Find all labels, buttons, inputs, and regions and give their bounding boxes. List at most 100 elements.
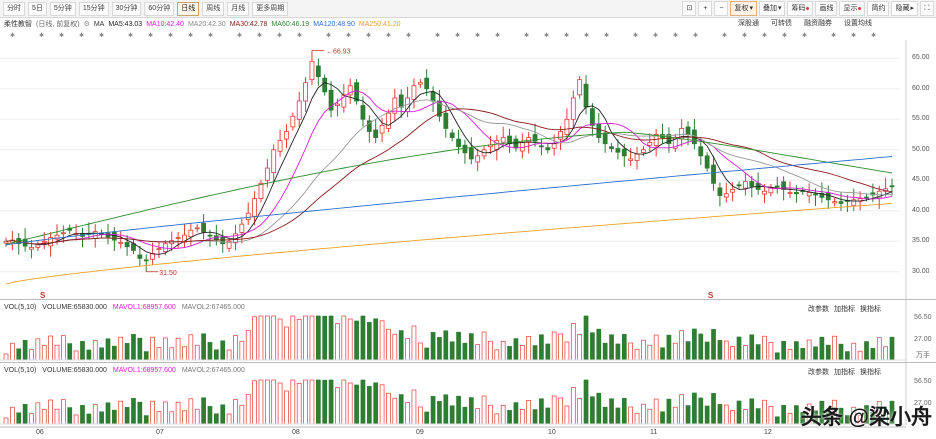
candle-body — [615, 148, 621, 153]
price-tick-5: 40.00 — [912, 206, 930, 214]
volume-bar — [347, 318, 353, 361]
candle-body — [322, 77, 328, 93]
volume-bar — [315, 315, 321, 361]
price-tick-4: 45.00 — [912, 176, 930, 184]
volume-bar — [252, 316, 257, 361]
event-marker: ✱ — [99, 32, 104, 39]
volume-bar — [602, 342, 608, 361]
price-tick-1: 60.00 — [912, 84, 930, 92]
volume-bar — [468, 333, 474, 361]
volume-bar — [411, 389, 417, 425]
candle-body — [456, 138, 461, 148]
volume-bar — [61, 335, 66, 361]
event-marker: ✱ — [871, 32, 876, 39]
event-marker: ✱ — [297, 32, 302, 39]
volume-bar — [851, 342, 857, 361]
volume-bar — [711, 329, 716, 361]
candle-body — [513, 138, 519, 149]
volume-bar — [762, 399, 767, 425]
volume-bar — [137, 401, 143, 425]
candle-body — [411, 85, 417, 100]
candle-body — [551, 143, 557, 149]
event-marker: ✱ — [831, 32, 836, 39]
volume-bar — [398, 330, 404, 361]
x-tick-09: 09 — [416, 429, 424, 436]
event-marker: ✱ — [762, 32, 767, 39]
volume-bar — [182, 410, 187, 425]
volume-bar — [449, 405, 455, 425]
volume-bar — [507, 410, 512, 425]
volume-bar — [602, 406, 608, 425]
event-marker: ✱ — [495, 32, 500, 39]
volume-bar — [570, 323, 576, 361]
volume-bar — [813, 346, 818, 361]
low-label: 31.50 — [159, 270, 177, 277]
volume-bar — [749, 398, 755, 425]
candle-body — [118, 242, 124, 244]
vol1-swap-indicator[interactable]: 换指标 — [860, 304, 881, 314]
volume-bar — [366, 386, 372, 425]
volume-bar — [889, 336, 895, 361]
volume-bar — [233, 399, 238, 425]
event-marker: ✱ — [435, 32, 440, 39]
candle-body — [354, 82, 359, 102]
candle-body — [424, 77, 430, 90]
volume-bar — [787, 413, 793, 425]
candle-body — [704, 155, 710, 169]
vol2-swap-indicator[interactable]: 换指标 — [860, 367, 881, 377]
event-marker: ✱ — [237, 32, 242, 39]
x-tick-12: 12 — [764, 429, 772, 436]
volume-bar — [92, 404, 98, 425]
volume-bar — [284, 326, 289, 361]
volume-bar — [328, 315, 334, 361]
candle-body — [806, 192, 812, 197]
volume-bar — [621, 398, 627, 425]
volume-bar — [201, 397, 206, 425]
event-marker: ✱ — [475, 32, 480, 39]
volume-bar — [609, 398, 614, 425]
volume-bar — [628, 342, 634, 361]
volume-bar — [596, 328, 602, 361]
volume-bar — [475, 344, 481, 361]
vol2-add-indicator[interactable]: 加指标 — [834, 367, 855, 377]
volume-bar — [156, 347, 162, 361]
vol1-mavol1: MAVOL1:68957.600 — [112, 304, 176, 311]
volume-bar — [271, 315, 277, 361]
volume-bar — [456, 331, 461, 361]
vol-panel-1-title: VOL(5,10) VOLUME:65830.000 MAVOL1:68957.… — [4, 304, 245, 311]
candle-body — [194, 227, 200, 230]
candle-body — [284, 131, 289, 140]
volume-bar — [437, 337, 442, 361]
volume-bar — [67, 407, 73, 425]
volume-bar — [360, 315, 366, 361]
volume-bar — [271, 379, 277, 425]
volume-bar — [609, 334, 614, 361]
volume-bar — [736, 336, 742, 361]
volume-bar — [596, 392, 602, 425]
vol1-volume: VOLUME:65830.000 — [42, 304, 107, 311]
vol1-add-indicator[interactable]: 加指标 — [834, 304, 855, 314]
candle-body — [315, 65, 321, 77]
event-marker: ✱ — [455, 32, 460, 39]
volume-bar — [462, 342, 468, 361]
volume-bar — [379, 384, 385, 425]
vol2-change-params[interactable]: 改参数 — [808, 367, 829, 377]
candle-body — [188, 229, 194, 238]
volume-bar — [124, 343, 130, 361]
volume-bar — [743, 409, 748, 425]
volume-bar — [685, 341, 691, 361]
vol1-change-params[interactable]: 改参数 — [808, 304, 829, 314]
volume-bar — [481, 331, 487, 361]
vol-panel-2-title: VOL(5,10) VOLUME:65830.000 MAVOL1:68957.… — [4, 367, 245, 374]
event-marker: ✱ — [802, 32, 807, 39]
event-marker: ✱ — [604, 32, 609, 39]
candle-body — [252, 198, 257, 217]
volume-bar — [207, 342, 213, 361]
vol1-mavol2: MAVOL2:67465.000 — [181, 304, 245, 311]
volume-bar — [258, 379, 264, 425]
volume-bar — [679, 394, 685, 425]
candle-body — [449, 132, 455, 138]
vol2-links: 改参数 加指标 换指标 — [808, 367, 881, 377]
volume-bar — [41, 345, 47, 361]
volume-bar — [666, 334, 672, 361]
